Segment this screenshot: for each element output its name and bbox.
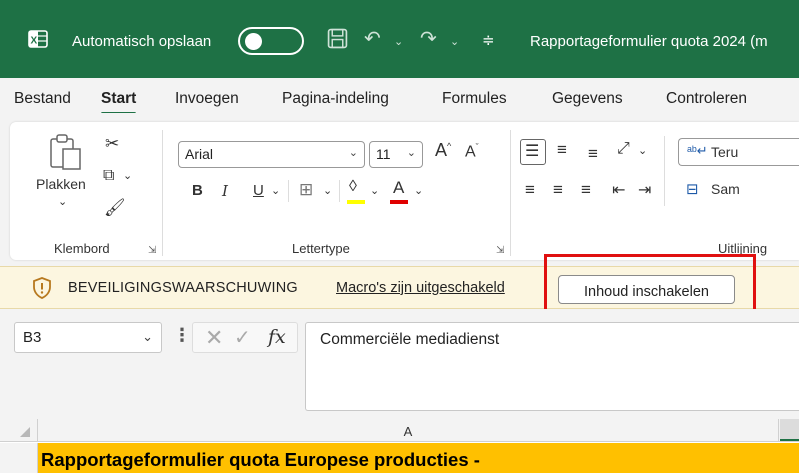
clipboard-launcher-icon[interactable]: ⇲ xyxy=(148,245,160,257)
formula-bar-resize-icon[interactable]: ⋮ xyxy=(173,325,191,346)
copy-dropdown-icon[interactable]: ⌄ xyxy=(123,169,132,182)
separator xyxy=(162,130,163,256)
insert-function-button[interactable]: fx xyxy=(268,326,286,348)
wrap-text-button[interactable]: ᵃᵇ↵ Teru xyxy=(678,138,799,166)
wrap-text-label: Teru xyxy=(711,144,739,160)
formula-input[interactable]: Commerciële mediadienst xyxy=(305,322,799,411)
increase-indent-icon[interactable]: ⇥ xyxy=(638,180,651,200)
orientation-icon[interactable]: ⤢ xyxy=(617,140,630,158)
column-header-b[interactable] xyxy=(780,419,799,441)
select-all-triangle-icon xyxy=(20,427,30,437)
redo-icon[interactable]: ↷ xyxy=(420,26,437,51)
security-warning-title: BEVEILIGINGSWAARSCHUWING xyxy=(68,280,298,296)
paste-label[interactable]: Plakken xyxy=(36,176,86,192)
paste-dropdown-icon[interactable]: ⌄ xyxy=(58,195,67,208)
chevron-down-icon: ⌄ xyxy=(348,147,358,159)
format-painter-icon[interactable]: 🖌 xyxy=(104,198,126,218)
grow-font-button[interactable]: A^ xyxy=(435,140,451,161)
font-size-combo[interactable]: 11 ⌄ xyxy=(369,141,423,168)
separator xyxy=(339,180,340,202)
formula-value: Commerciële mediadienst xyxy=(320,331,500,348)
redo-dropdown-icon[interactable]: ⌄ xyxy=(450,35,459,48)
name-box-value: B3 xyxy=(23,329,42,346)
fill-color-dropdown-icon[interactable]: ⌄ xyxy=(370,184,379,197)
chevron-down-icon: ⌄ xyxy=(406,147,416,159)
cell-a1[interactable]: Rapportageformulier quota Europese produ… xyxy=(38,443,799,473)
italic-button[interactable]: I xyxy=(222,182,228,200)
ribbon: Plakken ⌄ ✂ ⧉ ⌄ 🖌 Klembord ⇲ Arial ⌄ 11 … xyxy=(0,113,799,270)
select-all-button[interactable] xyxy=(0,419,38,441)
tab-formules[interactable]: Formules xyxy=(442,90,507,108)
formula-bar: B3 ⌄ ⋮ ✕ ✓ fx Commerciële mediadienst xyxy=(0,309,799,419)
font-group-label: Lettertype xyxy=(292,241,350,256)
column-headers: A xyxy=(0,419,799,442)
bold-button[interactable]: B xyxy=(192,182,203,199)
tab-bestand[interactable]: Bestand xyxy=(14,90,71,108)
font-size-value: 11 xyxy=(376,146,391,162)
borders-dropdown-icon[interactable]: ⌄ xyxy=(323,184,332,197)
merge-icon[interactable]: ⊟ xyxy=(686,180,699,198)
autosave-toggle[interactable] xyxy=(238,27,304,55)
wrap-text-icon: ᵃᵇ↵ xyxy=(687,143,708,158)
decrease-indent-icon[interactable]: ⇤ xyxy=(612,180,625,200)
formula-controls: ✕ ✓ fx xyxy=(192,322,298,353)
align-middle-icon[interactable]: ≡ xyxy=(557,140,567,160)
merge-label[interactable]: Sam xyxy=(711,181,740,197)
fill-color-swatch xyxy=(347,200,365,204)
undo-dropdown-icon[interactable]: ⌄ xyxy=(394,35,403,48)
cancel-icon[interactable]: ✕ xyxy=(205,325,223,351)
orientation-dropdown-icon[interactable]: ⌄ xyxy=(638,144,647,157)
align-center-icon[interactable]: ≡ xyxy=(553,180,563,200)
copy-icon[interactable]: ⧉ xyxy=(103,167,114,185)
macros-disabled-link[interactable]: Macro's zijn uitgeschakeld xyxy=(336,280,505,296)
title-bar: X Automatisch opslaan ↶ ⌄ ↷ ⌄ ≑ Rapporta… xyxy=(0,0,799,78)
borders-icon[interactable]: ⊞ xyxy=(299,180,313,200)
font-color-button[interactable]: A xyxy=(393,178,404,198)
row-header-1[interactable] xyxy=(0,443,38,473)
column-header-a[interactable]: A xyxy=(38,419,779,441)
shrink-font-button[interactable]: Aˇ xyxy=(465,142,479,161)
clipboard-group-label: Klembord xyxy=(54,241,110,256)
underline-dropdown-icon[interactable]: ⌄ xyxy=(271,184,280,197)
align-bottom-icon[interactable]: ≡ xyxy=(588,144,598,164)
separator xyxy=(288,180,289,202)
ribbon-panel: Plakken ⌄ ✂ ⧉ ⌄ 🖌 Klembord ⇲ Arial ⌄ 11 … xyxy=(10,122,799,260)
font-name-value: Arial xyxy=(185,146,214,162)
separator xyxy=(510,130,511,256)
shield-warning-icon xyxy=(33,277,51,299)
align-right-icon[interactable]: ≡ xyxy=(581,180,591,200)
row-1: Rapportageformulier quota Europese produ… xyxy=(0,443,799,473)
tab-invoegen[interactable]: Invoegen xyxy=(175,90,239,108)
document-title: Rapportageformulier quota 2024 (m xyxy=(530,33,768,50)
undo-icon[interactable]: ↶ xyxy=(364,26,381,51)
enter-icon[interactable]: ✓ xyxy=(234,325,251,350)
autosave-label: Automatisch opslaan xyxy=(72,33,212,50)
chevron-down-icon: ⌄ xyxy=(142,329,153,344)
paste-icon[interactable] xyxy=(48,133,84,171)
tab-pagina-indeling[interactable]: Pagina-indeling xyxy=(282,90,389,108)
fill-color-icon[interactable]: ◊ xyxy=(349,178,357,196)
align-left-icon[interactable]: ≡ xyxy=(525,180,535,200)
shrink-font-label: A xyxy=(465,143,476,161)
svg-text:X: X xyxy=(31,36,38,47)
cut-icon[interactable]: ✂ xyxy=(105,134,119,154)
align-top-icon: ☰ xyxy=(525,143,540,160)
font-name-combo[interactable]: Arial ⌄ xyxy=(178,141,365,168)
customize-qat-icon[interactable]: ≑ xyxy=(482,31,495,49)
font-color-swatch xyxy=(390,200,408,204)
font-color-dropdown-icon[interactable]: ⌄ xyxy=(414,184,423,197)
toggle-knob xyxy=(245,33,262,50)
save-icon[interactable] xyxy=(327,28,348,49)
font-launcher-icon[interactable]: ⇲ xyxy=(496,245,508,257)
excel-logo-icon[interactable]: X xyxy=(28,29,48,49)
name-box[interactable]: B3 ⌄ xyxy=(14,322,162,353)
tab-gegevens[interactable]: Gegevens xyxy=(552,90,623,108)
highlight-box xyxy=(544,254,756,314)
align-top-button[interactable]: ☰ xyxy=(520,139,546,165)
separator xyxy=(664,136,665,206)
grow-font-label: A xyxy=(435,140,448,160)
underline-button[interactable]: U xyxy=(253,182,264,199)
tab-start[interactable]: Start xyxy=(101,90,137,115)
tab-controleren[interactable]: Controleren xyxy=(666,90,747,108)
